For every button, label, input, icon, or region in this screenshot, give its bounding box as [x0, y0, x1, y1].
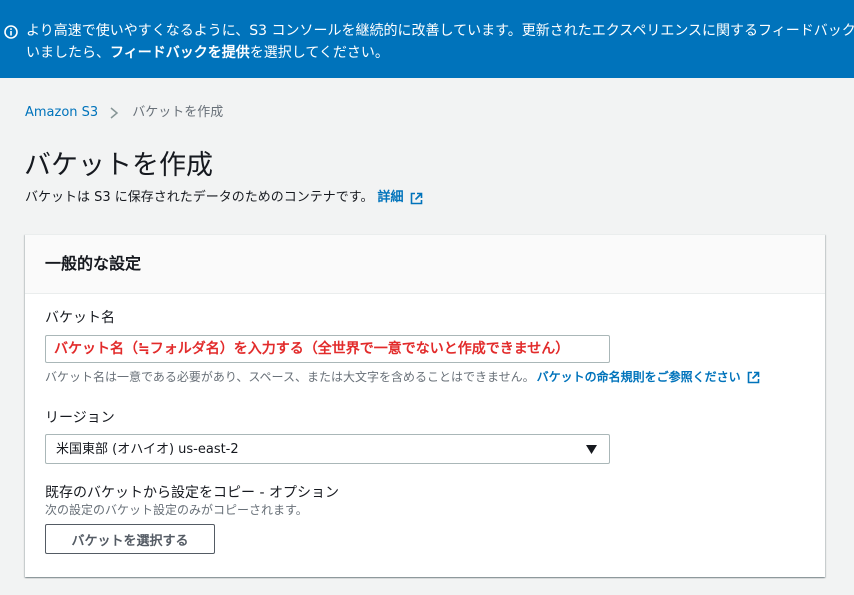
caret-down-icon: [586, 445, 597, 454]
info-icon: [4, 25, 18, 39]
page-title: バケットを作成: [24, 150, 213, 181]
banner-line-2-suffix: を選択してください。: [249, 45, 389, 61]
bucket-name-hint-text: バケット名は一意である必要があり、スペース、または大文字を含めることはできません…: [45, 370, 535, 384]
external-link-icon[interactable]: [410, 192, 423, 205]
region-select[interactable]: 米国東部 (オハイオ) us-east-2: [45, 434, 610, 464]
banner-message: より高速で使いやすくなるように、S3 コンソールを継続的に改善しています。更新さ…: [26, 20, 854, 64]
bucket-name-label: バケット名: [45, 310, 115, 326]
bucket-name-input[interactable]: [45, 335, 610, 363]
banner-line-2: いましたら、フィードバックを提供を選択してください。: [26, 42, 854, 64]
copy-settings-label: 既存のバケットから設定をコピー - オプション: [45, 485, 339, 501]
general-settings-panel: 一般的な設定 バケット名 バケット名（≒フォルダ名）を入力する（全世界で一意でな…: [25, 234, 825, 577]
banner-line-1: より高速で使いやすくなるように、S3 コンソールを継続的に改善しています。更新さ…: [26, 23, 854, 39]
choose-bucket-button[interactable]: バケットを選択する: [45, 524, 215, 554]
region-label: リージョン: [45, 410, 115, 426]
bucket-name-hint: バケット名は一意である必要があり、スペース、または大文字を含めることはできません…: [45, 368, 760, 386]
feedback-banner: より高速で使いやすくなるように、S3 コンソールを継続的に改善しています。更新さ…: [0, 0, 854, 78]
panel-header: 一般的な設定: [25, 235, 825, 294]
feedback-link[interactable]: フィードバックを提供: [110, 45, 250, 61]
external-link-icon[interactable]: [747, 371, 760, 384]
breadcrumb-amazon-s3[interactable]: Amazon S3: [25, 103, 98, 123]
panel-title: 一般的な設定: [45, 254, 142, 273]
naming-rules-link[interactable]: バケットの命名規則をご参照ください: [537, 368, 741, 386]
page-description-text: バケットは S3 に保存されたデータのためのコンテナです。: [25, 190, 374, 205]
breadcrumb: Amazon S3 バケットを作成: [25, 103, 223, 123]
breadcrumb-current: バケットを作成: [132, 105, 224, 120]
region-select-value: 米国東部 (オハイオ) us-east-2: [56, 442, 239, 457]
learn-more-link[interactable]: 詳細: [378, 188, 404, 208]
copy-settings-description: 次の設定のバケット設定のみがコピーされます。: [45, 503, 308, 517]
banner-line-2-prefix: いましたら、: [26, 45, 110, 61]
page-description: バケットは S3 に保存されたデータのためのコンテナです。 詳細: [25, 188, 423, 208]
chevron-right-icon: [110, 107, 119, 119]
